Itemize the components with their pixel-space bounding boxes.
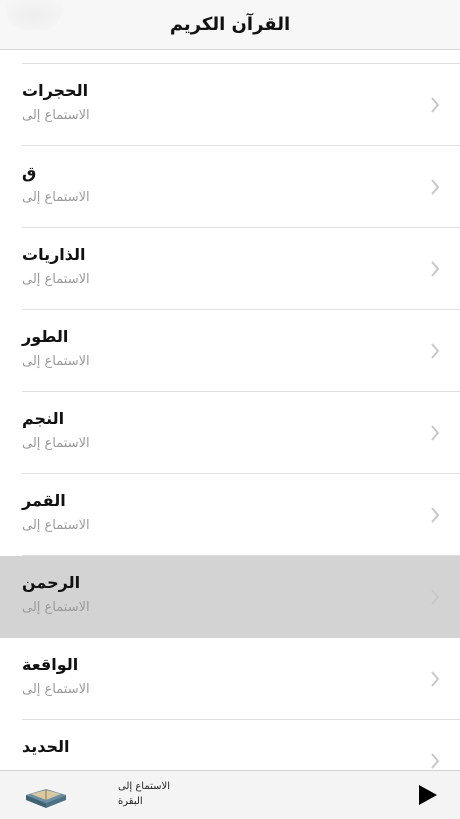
player-current-sura: البقرة <box>118 796 143 807</box>
sura-row-qaf[interactable]: ق الاستماع إلى <box>0 146 460 228</box>
sura-name: الواقعة <box>22 655 79 674</box>
chevron-right-icon <box>430 343 440 359</box>
sura-name: النجم <box>22 409 65 428</box>
sura-subtitle: الاستماع إلى <box>22 190 90 205</box>
chevron-right-icon <box>430 671 440 687</box>
sura-subtitle: الاستماع إلى <box>22 354 90 369</box>
sura-subtitle: الاستماع إلى <box>22 682 90 697</box>
chevron-right-icon <box>430 425 440 441</box>
sura-name: القمر <box>22 491 66 510</box>
sura-name: الذاريات <box>22 245 86 264</box>
chevron-right-icon <box>430 97 440 113</box>
sura-subtitle: الاستماع إلى <box>22 518 90 533</box>
sura-name: ق <box>22 163 37 182</box>
sura-row-qamar[interactable]: القمر الاستماع إلى <box>0 474 460 556</box>
player-label: الاستماع إلى <box>118 781 171 792</box>
sura-name: الحديد <box>22 737 70 756</box>
chevron-right-icon <box>430 589 440 605</box>
chevron-right-icon <box>430 753 440 769</box>
sura-row-tur[interactable]: الطور الاستماع إلى <box>0 310 460 392</box>
sura-name: الرحمن <box>22 573 81 592</box>
back-button-ghost <box>6 0 62 30</box>
sura-row-waqia[interactable]: الواقعة الاستماع إلى <box>0 638 460 720</box>
chevron-right-icon <box>430 261 440 277</box>
sura-row-hujurat[interactable]: الحجرات الاستماع إلى <box>0 64 460 146</box>
page-title: القرآن الكريم <box>169 14 291 35</box>
mini-player: الاستماع إلى البقرة <box>0 770 460 819</box>
sura-row-hadid[interactable]: الحديد <box>0 720 460 770</box>
chevron-right-icon <box>430 179 440 195</box>
chevron-right-icon <box>430 507 440 523</box>
sura-row-najm[interactable]: النجم الاستماع إلى <box>0 392 460 474</box>
sura-row-dhariyat[interactable]: الذاريات الاستماع إلى <box>0 228 460 310</box>
sura-name: الطور <box>22 327 69 346</box>
sura-name: الحجرات <box>22 81 89 100</box>
navigation-bar: القرآن الكريم <box>0 0 460 50</box>
play-icon[interactable] <box>414 783 440 807</box>
sura-subtitle: الاستماع إلى <box>22 272 90 287</box>
sura-row-rahman[interactable]: الرحمن الاستماع إلى <box>0 556 460 638</box>
sura-subtitle: الاستماع إلى <box>22 436 90 451</box>
sura-list[interactable]: الحجرات الاستماع إلى ق الاستماع إلى الذا… <box>0 50 460 770</box>
quran-book-icon <box>24 781 68 811</box>
sura-subtitle: الاستماع إلى <box>22 600 90 615</box>
sura-subtitle: الاستماع إلى <box>22 108 90 123</box>
